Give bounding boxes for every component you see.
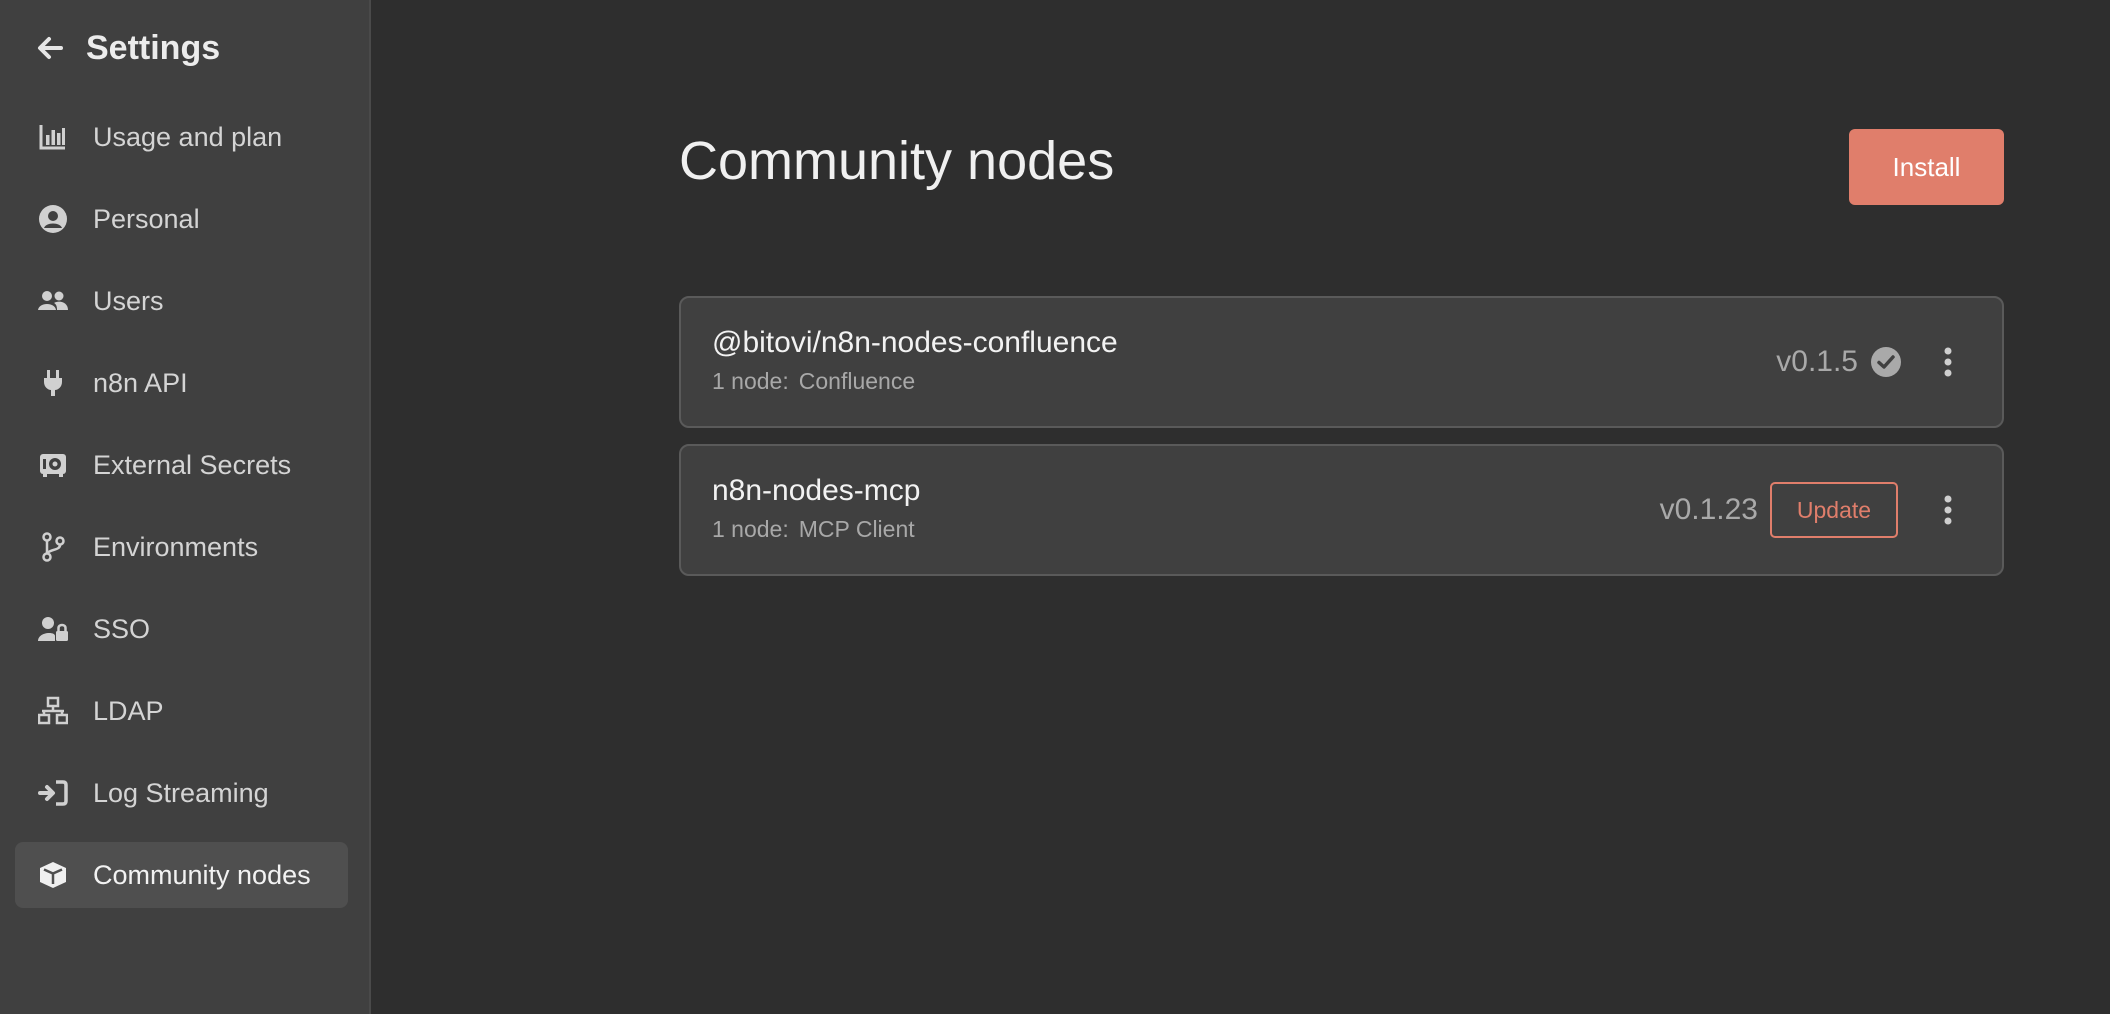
update-button[interactable]: Update xyxy=(1770,482,1898,538)
check-circle-icon xyxy=(1870,346,1902,378)
app: Settings Usage and plan Personal Users n… xyxy=(0,0,2110,1014)
sidebar-item-label: Environments xyxy=(93,531,259,562)
chart-bar-icon xyxy=(37,121,69,153)
sidebar-item-label: SSO xyxy=(93,613,151,644)
page-title: Community nodes xyxy=(679,131,1115,191)
sidebar-header: Settings xyxy=(34,26,220,70)
package-version: v0.1.23 xyxy=(1659,493,1758,526)
node-name: MCP Client xyxy=(798,516,915,542)
network-wired-icon xyxy=(37,695,69,727)
sidebar-item-external-secrets[interactable]: External Secrets xyxy=(15,432,348,498)
sidebar-item-label: Usage and plan xyxy=(93,121,283,152)
install-button[interactable]: Install xyxy=(1849,129,2004,205)
sidebar-item-label: Log Streaming xyxy=(93,777,269,808)
node-count: 1 node: xyxy=(712,368,789,394)
node-count: 1 node: xyxy=(712,516,789,542)
users-icon xyxy=(37,285,69,317)
sidebar-title: Settings xyxy=(86,28,221,67)
arrow-left-icon[interactable] xyxy=(34,32,66,64)
sign-in-icon xyxy=(37,777,69,809)
more-vertical-icon[interactable] xyxy=(1932,488,1964,532)
code-branch-icon xyxy=(37,531,69,563)
package-nodes: 1 node: MCP Client xyxy=(712,516,915,543)
package-name: @bitovi/n8n-nodes-confluence xyxy=(712,326,1118,359)
user-circle-icon xyxy=(37,203,69,235)
sidebar-item-label: Community nodes xyxy=(93,859,311,890)
sidebar-item-label: Personal xyxy=(93,203,200,234)
cube-icon xyxy=(37,859,69,891)
sidebar-item-log-streaming[interactable]: Log Streaming xyxy=(15,760,348,826)
plug-icon xyxy=(37,367,69,399)
sidebar-item-environments[interactable]: Environments xyxy=(15,514,348,580)
sidebar-item-label: n8n API xyxy=(93,367,188,398)
sidebar-item-label: Users xyxy=(93,285,164,316)
sidebar-item-personal[interactable]: Personal xyxy=(15,186,348,252)
sidebar-item-usage-and-plan[interactable]: Usage and plan xyxy=(15,104,348,170)
package-card: @bitovi/n8n-nodes-confluence 1 node: Conf… xyxy=(679,296,2004,428)
sidebar: Settings Usage and plan Personal Users n… xyxy=(0,0,371,1014)
package-version: v0.1.5 xyxy=(1776,345,1858,378)
sidebar-item-label: LDAP xyxy=(93,695,164,726)
package-card: n8n-nodes-mcp 1 node: MCP Client v0.1.23 … xyxy=(679,444,2004,576)
package-name: n8n-nodes-mcp xyxy=(712,474,921,507)
package-actions: v0.1.5 xyxy=(1776,298,1964,426)
sidebar-item-label: External Secrets xyxy=(93,449,292,480)
package-nodes: 1 node: Confluence xyxy=(712,368,915,395)
package-actions: v0.1.23 Update xyxy=(1660,446,1964,574)
more-vertical-icon[interactable] xyxy=(1932,340,1964,384)
sidebar-item-sso[interactable]: SSO xyxy=(15,596,348,662)
sidebar-item-users[interactable]: Users xyxy=(15,268,348,334)
user-lock-icon xyxy=(37,613,69,645)
sidebar-item-community-nodes[interactable]: Community nodes xyxy=(15,842,348,908)
settings-nav: Usage and plan Personal Users n8n API Ex… xyxy=(15,104,348,924)
sidebar-item-ldap[interactable]: LDAP xyxy=(15,678,348,744)
node-name: Confluence xyxy=(798,368,916,394)
main-content: Community nodes Install @bitovi/n8n-node… xyxy=(371,0,2110,1014)
sidebar-item-n8n-api[interactable]: n8n API xyxy=(15,350,348,416)
vault-icon xyxy=(37,449,69,481)
